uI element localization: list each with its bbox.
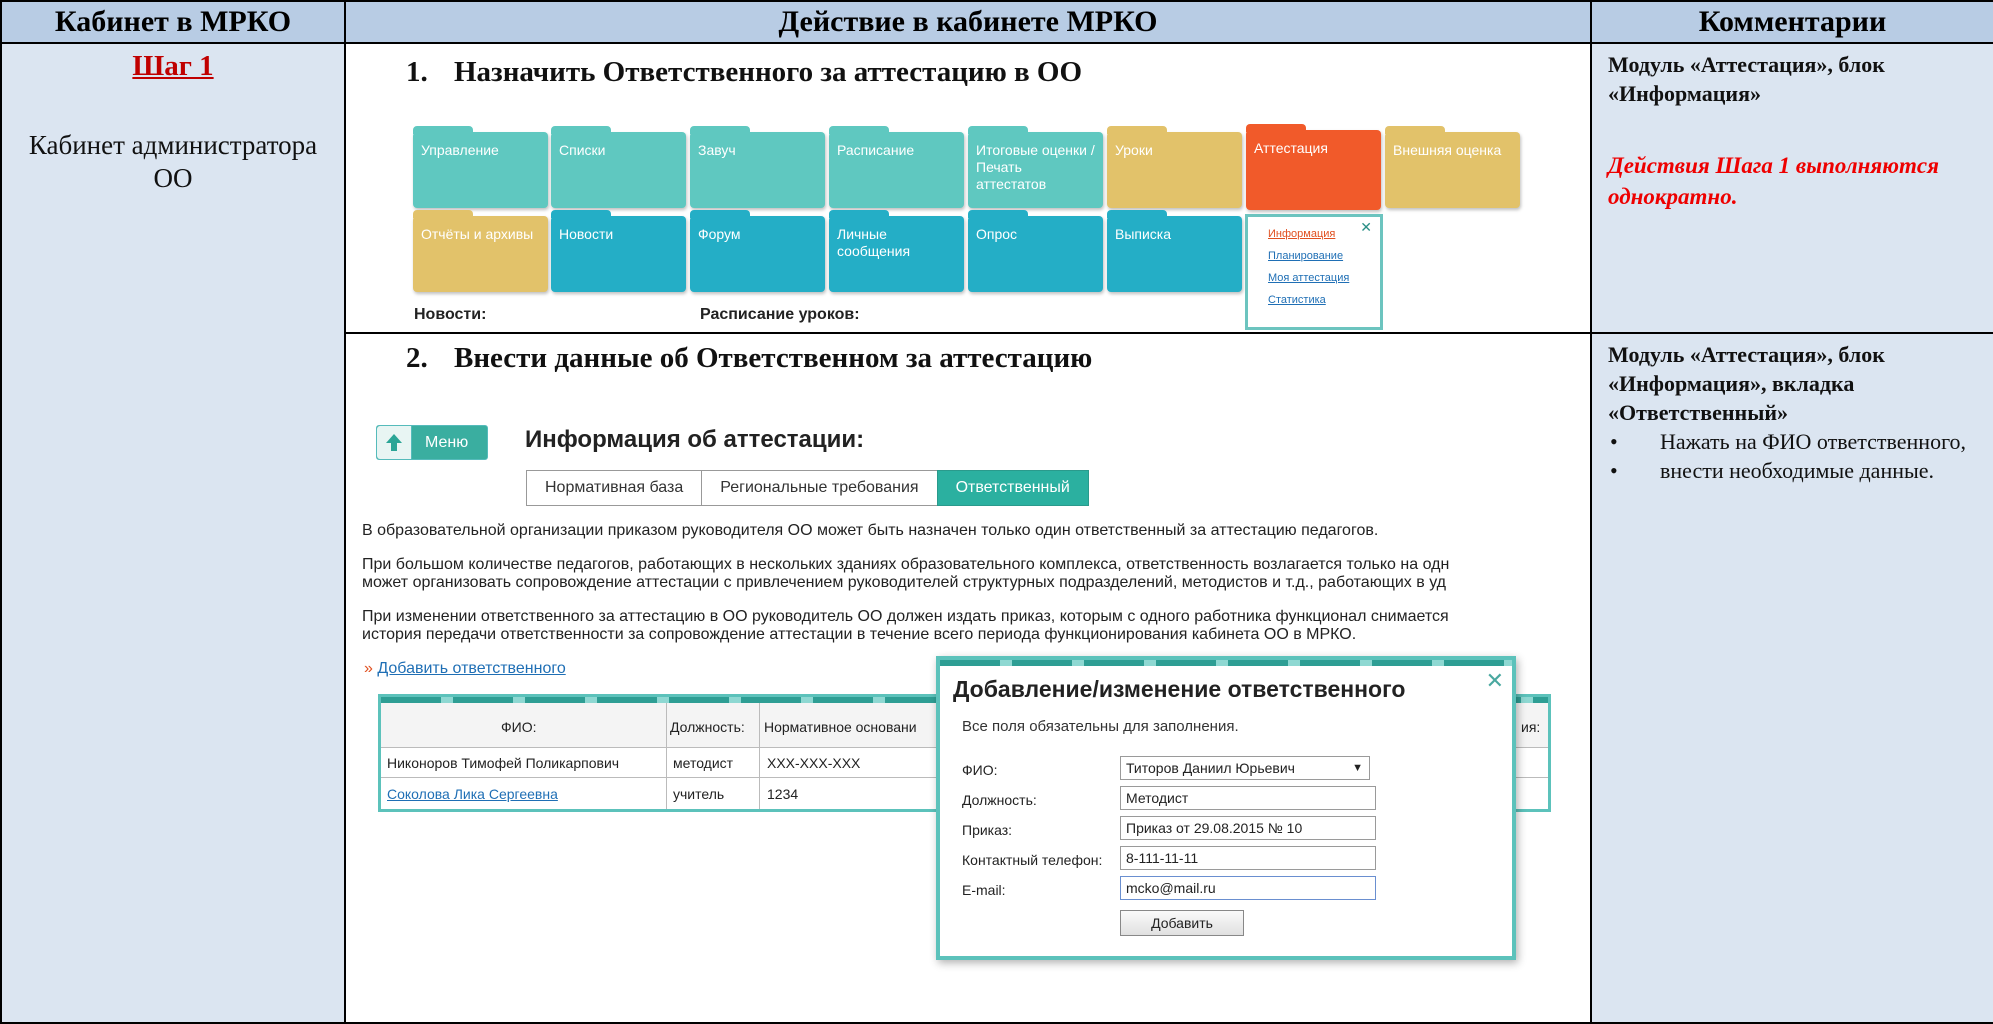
tile-attestation[interactable]: Аттестация: [1246, 124, 1381, 210]
document-page: Кабинет в МРКО Действие в кабинете МРКО …: [0, 0, 1993, 1024]
col-header-fio: ФИО:: [501, 719, 537, 735]
comment-cell-2: Модуль «Аттестация», блок «Информация», …: [1590, 332, 1993, 1024]
table-row-fio-link[interactable]: Соколова Лика Сергеевна: [387, 786, 558, 802]
add-button[interactable]: Добавить: [1120, 910, 1244, 936]
info-paragraph: история передачи ответственности за сопр…: [362, 626, 1357, 643]
table-row-fio: Никоноров Тимофей Поликарпович: [387, 755, 620, 771]
attestation-tabs: Нормативная база Региональные требования…: [526, 470, 1089, 506]
add-responsible-row: » Добавить ответственного: [364, 660, 566, 678]
position-label: Должность:: [962, 792, 1037, 808]
modal-title: Добавление/изменение ответственного: [953, 676, 1406, 702]
table-row-normative: XXX-XXX-XXX: [767, 755, 861, 771]
header-action: Действие в кабинете МРКО: [344, 0, 1592, 44]
tab-responsible[interactable]: Ответственный: [936, 470, 1089, 506]
step2-heading: 2. Внести данные об Ответственном за атте…: [406, 342, 1093, 374]
fio-label: ФИО:: [962, 762, 998, 778]
email-field[interactable]: mcko@mail.ru: [1120, 876, 1376, 900]
info-paragraph: может организовать сопровождение аттеста…: [362, 574, 1446, 591]
modal-note: Все поля обязательны для заполнения.: [962, 718, 1239, 735]
step-link[interactable]: Шаг 1: [2, 50, 344, 83]
tab-normative-base[interactable]: Нормативная база: [526, 470, 703, 506]
bullet-item: Нажать на ФИО ответственного,: [1608, 427, 1993, 456]
comment-cell-1: Модуль «Аттестация», блок «Информация» Д…: [1590, 42, 1993, 334]
table-header-row: Кабинет в МРКО Действие в кабинете МРКО …: [0, 0, 1993, 44]
attestation-popup: ✕ Информация Планирование Моя аттестация…: [1245, 214, 1383, 330]
step1-heading: 1. Назначить Ответственного за аттестацию…: [406, 56, 1083, 88]
close-icon[interactable]: ✕: [1486, 668, 1504, 694]
bullet-item: внести необходимые данные.: [1608, 456, 1993, 485]
tile-extract[interactable]: Выписка: [1107, 210, 1242, 292]
tab-regional-requirements[interactable]: Региональные требования: [701, 470, 938, 506]
table-row-normative: 1234: [767, 786, 799, 802]
cabinet-cell: Шаг 1 Кабинет администратора ОО: [0, 42, 346, 1024]
phone-label: Контактный телефон:: [962, 852, 1103, 868]
header-cabinet: Кабинет в МРКО: [0, 0, 346, 44]
edit-responsible-modal: Добавление/изменение ответственного ✕ Вс…: [936, 656, 1516, 960]
email-label: E-mail:: [962, 882, 1006, 898]
comment-title-1: Модуль «Аттестация», блок «Информация»: [1608, 52, 1885, 106]
table-row-position: методист: [673, 755, 734, 771]
tile-poll[interactable]: Опрос: [968, 210, 1103, 292]
position-field[interactable]: Методист: [1120, 786, 1376, 810]
tile-lists[interactable]: Списки: [551, 126, 686, 208]
order-label: Приказ:: [962, 822, 1013, 838]
arrow-up-icon: [377, 426, 412, 459]
tile-reports[interactable]: Отчёты и архивы: [413, 210, 548, 292]
info-paragraph: При изменении ответственного за аттестац…: [362, 608, 1449, 625]
schedule-label: Расписание уроков:: [700, 306, 860, 323]
chevron-down-icon: ▼: [1352, 762, 1363, 774]
popup-item-planning[interactable]: Планирование: [1268, 245, 1380, 267]
tile-news[interactable]: Новости: [551, 210, 686, 292]
news-label: Новости:: [414, 306, 487, 323]
info-paragraph: При большом количестве педагогов, работа…: [362, 556, 1450, 573]
comment-red-note: Действия Шага 1 выполняются однократно.: [1608, 153, 1939, 209]
phone-field[interactable]: 8-111-11-11: [1120, 846, 1376, 870]
popup-item-statistics[interactable]: Статистика: [1268, 289, 1380, 311]
add-responsible-link[interactable]: Добавить ответственного: [377, 660, 565, 677]
tile-management[interactable]: Управление: [413, 126, 548, 208]
tile-external-assessment[interactable]: Внешняя оценка: [1385, 126, 1520, 208]
tile-lessons[interactable]: Уроки: [1107, 126, 1242, 208]
table-row-position: учитель: [673, 786, 725, 802]
info-paragraph: В образовательной организации приказом р…: [362, 522, 1379, 539]
menu-button[interactable]: Меню: [376, 425, 488, 460]
tile-messages[interactable]: Личные сообщения: [829, 210, 964, 292]
fio-select[interactable]: Титоров Даниил Юрьевич ▼: [1120, 756, 1370, 780]
tile-schedule[interactable]: Расписание: [829, 126, 964, 208]
header-comments: Комментарии: [1590, 0, 1993, 44]
col-header-normative: Нормативное основани: [764, 719, 917, 735]
comment-title-2: Модуль «Аттестация», блок «Информация», …: [1608, 342, 1885, 425]
tile-final-grades[interactable]: Итоговые оценки / Печать аттестатов: [968, 126, 1103, 208]
modal-stripe: [940, 660, 1512, 666]
col-header-position: Должность:: [670, 719, 745, 735]
tile-forum[interactable]: Форум: [690, 210, 825, 292]
popup-close-icon[interactable]: ✕: [1360, 216, 1372, 238]
grid-divider: [666, 703, 667, 809]
popup-item-my-attestation[interactable]: Моя аттестация: [1268, 267, 1380, 289]
grid-divider: [759, 703, 760, 809]
comment-bullets: Нажать на ФИО ответственного, внести нео…: [1592, 427, 1993, 485]
cabinet-name: Кабинет администратора ОО: [28, 130, 318, 193]
add-link-marker: »: [364, 660, 373, 677]
tile-deputy[interactable]: Завуч: [690, 126, 825, 208]
attestation-title: Информация об аттестации:: [525, 426, 865, 453]
col-header-tail: ия:: [1521, 719, 1541, 735]
order-field[interactable]: Приказ от 29.08.2015 № 10: [1120, 816, 1376, 840]
